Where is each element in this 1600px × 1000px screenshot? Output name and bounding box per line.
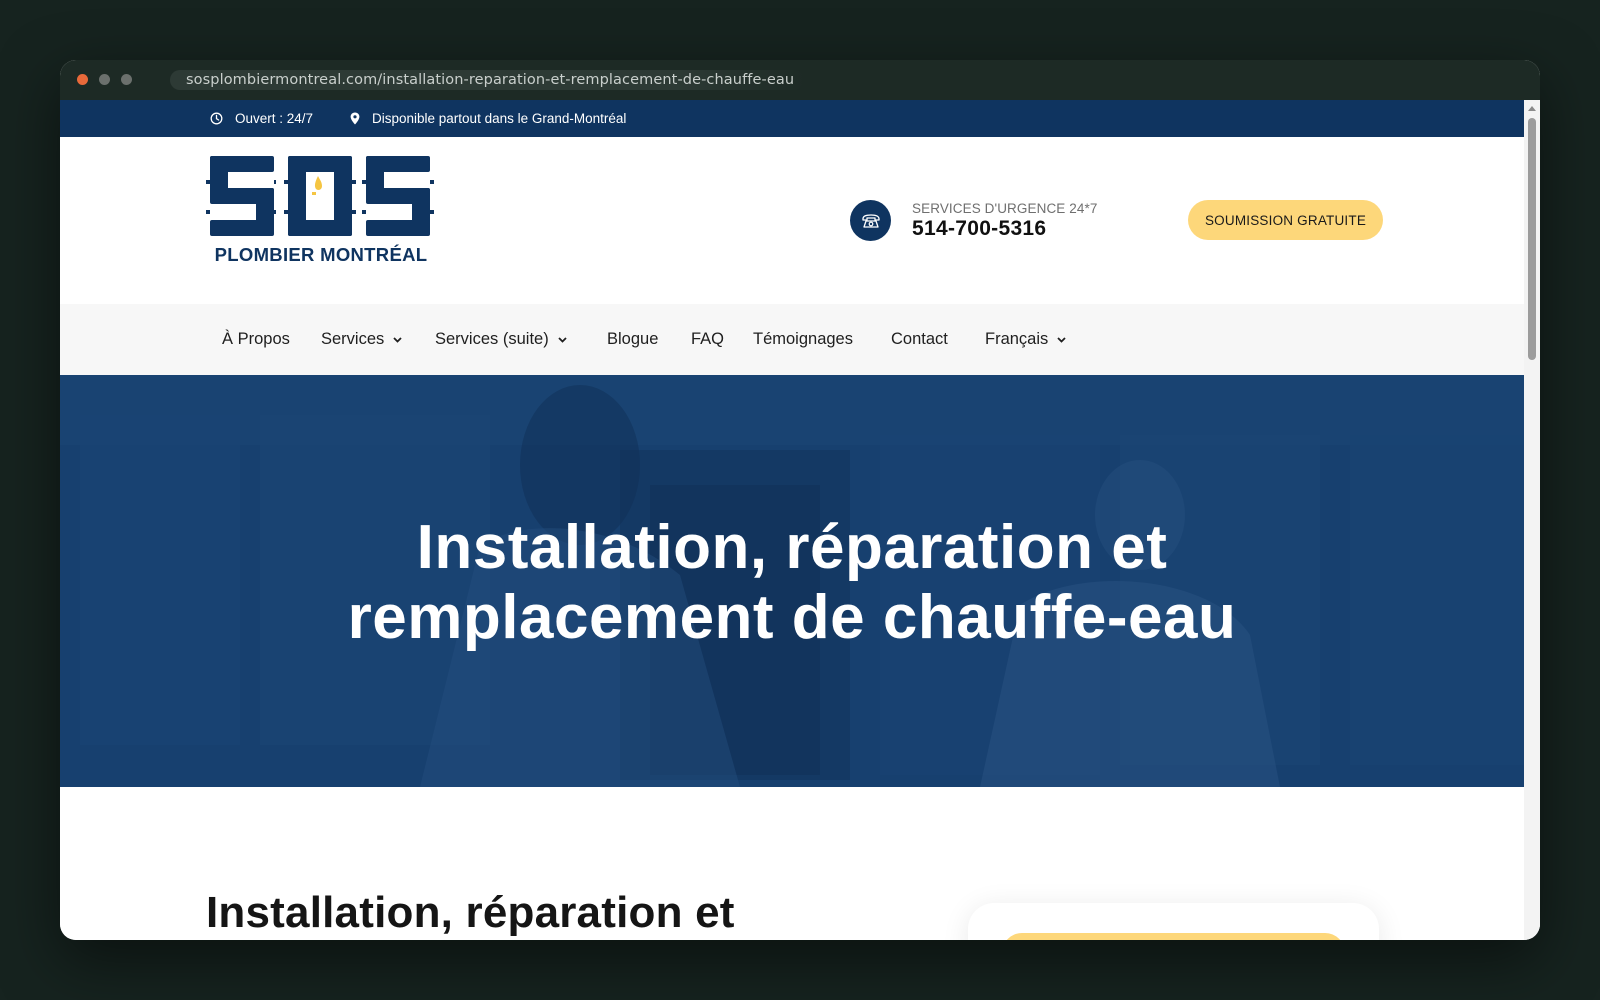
hero-title-line1: Installation, réparation et bbox=[416, 513, 1168, 582]
service-area-text: Disponible partout dans le Grand-Montréa… bbox=[372, 111, 627, 126]
web-page: Ouvert : 24/7 Disponible partout dans le… bbox=[60, 100, 1524, 940]
info-topbar: Ouvert : 24/7 Disponible partout dans le… bbox=[60, 100, 1524, 137]
nav-item-services-suite[interactable]: Services (suite) bbox=[435, 304, 567, 375]
content-section-title: Installation, réparation et bbox=[206, 888, 735, 937]
telephone-icon bbox=[861, 213, 880, 228]
hours-text: Ouvert : 24/7 bbox=[235, 111, 314, 126]
nav-item-a-propos[interactable]: À Propos bbox=[222, 304, 290, 375]
nav-item-language[interactable]: Français bbox=[985, 304, 1066, 375]
service-area-info: Disponible partout dans le Grand-Montréa… bbox=[350, 100, 626, 137]
hours-info: Ouvert : 24/7 bbox=[210, 100, 313, 137]
browser-titlebar: sosplombiermontreal.com/installation-rep… bbox=[60, 60, 1540, 100]
nav-item-blogue[interactable]: Blogue bbox=[607, 304, 658, 375]
nav-item-faq[interactable]: FAQ bbox=[691, 304, 724, 375]
scroll-up-arrow-icon[interactable] bbox=[1528, 106, 1536, 111]
sos-logo-mark bbox=[206, 156, 434, 236]
phone-icon-badge[interactable] bbox=[850, 200, 891, 241]
logo-wordmark: PLOMBIER MONTRÉAL bbox=[214, 244, 428, 265]
emergency-phone-number[interactable]: 514-700-5316 bbox=[912, 217, 1046, 241]
card-cta-button[interactable] bbox=[1002, 933, 1345, 940]
address-bar[interactable]: sosplombiermontreal.com/installation-rep… bbox=[170, 70, 805, 90]
vertical-scrollbar[interactable] bbox=[1524, 100, 1540, 940]
close-window-button[interactable] bbox=[77, 74, 88, 85]
nav-item-label: Services (suite) bbox=[435, 330, 549, 348]
minimize-window-button[interactable] bbox=[99, 74, 110, 85]
site-logo[interactable]: PLOMBIER MONTRÉAL bbox=[206, 154, 436, 266]
scrollbar-thumb[interactable] bbox=[1528, 118, 1536, 360]
nav-item-label: Blogue bbox=[607, 330, 659, 348]
free-quote-button[interactable]: SOUMISSION GRATUITE bbox=[1188, 200, 1383, 240]
nav-item-label: FAQ bbox=[691, 330, 725, 348]
nav-item-contact[interactable]: Contact bbox=[891, 304, 948, 375]
map-pin-icon bbox=[350, 112, 360, 125]
chevron-down-icon bbox=[1057, 336, 1066, 343]
nav-item-services[interactable]: Services bbox=[321, 304, 402, 375]
browser-window: sosplombiermontreal.com/installation-rep… bbox=[60, 60, 1540, 940]
nav-item-label: Témoignages bbox=[753, 330, 853, 348]
page-viewport: Ouvert : 24/7 Disponible partout dans le… bbox=[60, 100, 1540, 940]
maximize-window-button[interactable] bbox=[121, 74, 132, 85]
nav-item-label: À Propos bbox=[222, 330, 290, 348]
site-header: PLOMBIER MONTRÉAL SERVICES D'URGENCE 24*… bbox=[60, 137, 1524, 304]
chevron-down-icon bbox=[393, 336, 402, 343]
nav-item-label: Contact bbox=[891, 330, 948, 348]
clock-icon bbox=[210, 112, 223, 125]
hero-title-line2: remplacement de chauffe-eau bbox=[347, 583, 1237, 652]
main-navigation: À Propos Services Services (suite) Blogu… bbox=[60, 304, 1524, 375]
sidebar-contact-card bbox=[968, 903, 1379, 940]
nav-item-label: Services bbox=[321, 330, 385, 348]
nav-item-label: Français bbox=[985, 330, 1049, 348]
hero-banner: Installation, réparation et remplacement… bbox=[60, 375, 1524, 787]
emergency-services-label: SERVICES D'URGENCE 24*7 bbox=[912, 201, 1098, 216]
nav-item-temoignages[interactable]: Témoignages bbox=[753, 304, 853, 375]
chevron-down-icon bbox=[558, 336, 567, 343]
hero-title: Installation, réparation et remplacement… bbox=[60, 513, 1524, 653]
